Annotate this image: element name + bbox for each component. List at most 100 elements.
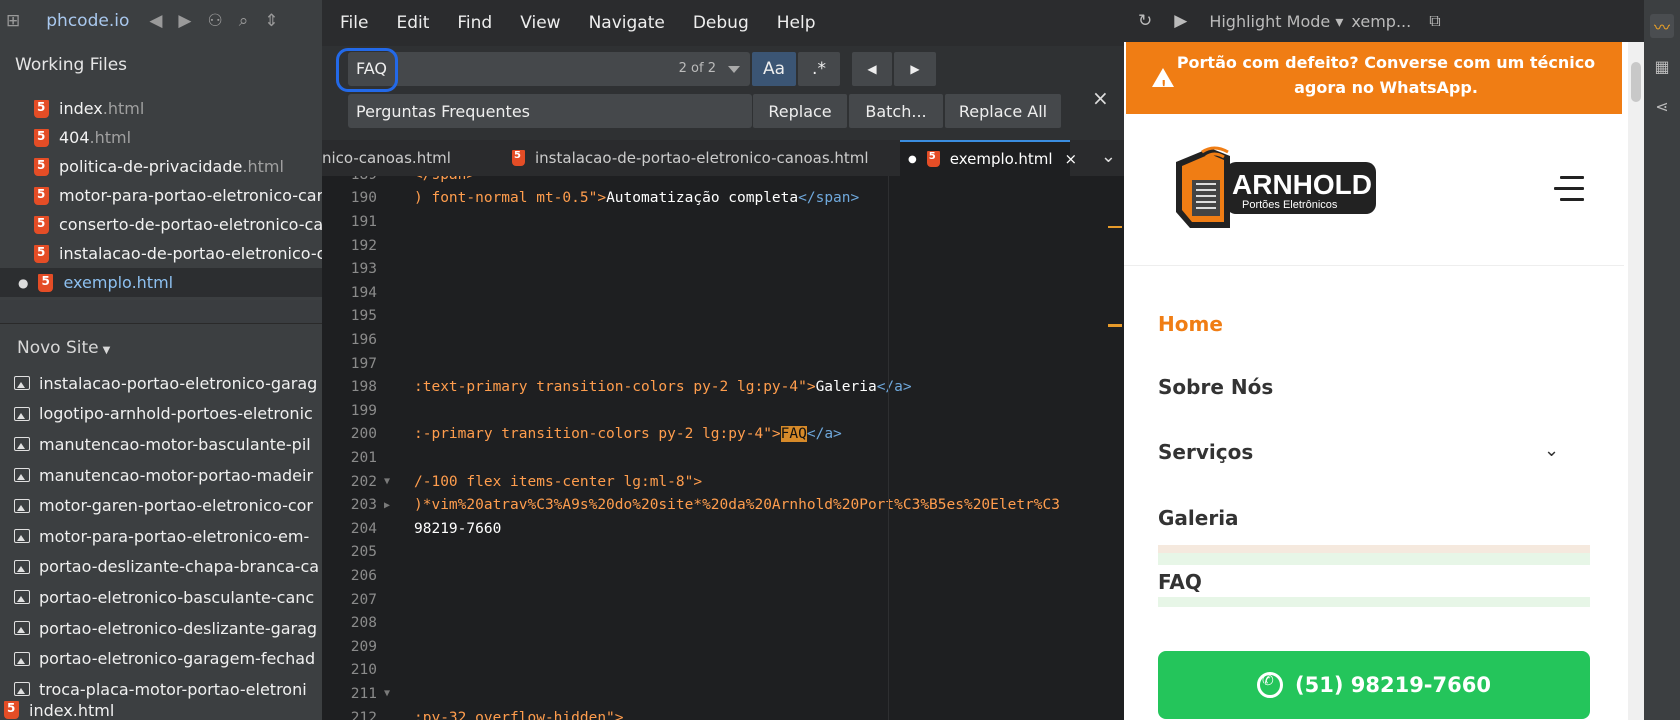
replace-all-button[interactable]: Replace All xyxy=(945,94,1061,128)
tree-item[interactable]: portao-eletronico-basculante-canc xyxy=(0,582,322,613)
code-line[interactable]: 206 xyxy=(322,564,1124,588)
find-prev-button[interactable]: ◀ xyxy=(852,52,892,86)
new-folder-icon[interactable]: ⊞ xyxy=(6,11,20,31)
code-area[interactable]: 189 </span> 190) font-normal mt-0.5">Autom… xyxy=(322,176,1124,720)
arnhold-logo[interactable]: ARNHOLD Portões Eletrônicos xyxy=(1170,142,1382,236)
tree-item-index[interactable]: index.html xyxy=(0,700,322,720)
code-line[interactable]: 209 xyxy=(322,635,1124,659)
share-icon[interactable]: ⋖ xyxy=(1650,94,1674,118)
code-text-content: Automatização completa xyxy=(606,190,799,207)
find-input[interactable]: FAQ 2 of 2 xyxy=(348,52,750,86)
code-line[interactable]: 189 </span> xyxy=(322,176,1124,187)
line-number: 191 xyxy=(350,213,377,230)
replace-input[interactable]: Perguntas Frequentes xyxy=(348,94,752,128)
menu-navigate[interactable]: Navigate xyxy=(589,13,665,33)
working-file-item[interactable]: 404.html xyxy=(0,123,322,152)
menu-find[interactable]: Find xyxy=(457,13,492,33)
tree-item[interactable]: logotipo-arnhold-portoes-eletronic xyxy=(0,399,322,430)
code-line[interactable]: 198:text-primary transition-colors py-2 … xyxy=(322,375,1124,399)
code-line[interactable]: 204 98219-7660 xyxy=(322,517,1124,541)
code-line[interactable]: 199 xyxy=(322,399,1124,423)
find-next-button[interactable]: ▶ xyxy=(894,52,936,86)
search-icon[interactable]: ⌕ xyxy=(239,11,249,31)
working-file-item[interactable]: instalacao-de-portao-eletronico-c xyxy=(0,239,322,268)
split-icon[interactable]: ⇕ xyxy=(264,11,278,31)
nav-sobre-nos[interactable]: Sobre Nós xyxy=(1158,375,1273,399)
nav-servicos[interactable]: Serviços xyxy=(1158,440,1253,464)
tree-item[interactable]: motor-para-portao-eletronico-em- xyxy=(0,521,322,552)
working-file-item[interactable]: ● exemplo.html xyxy=(0,268,322,297)
nav-back-icon[interactable]: ◀ xyxy=(149,11,162,31)
chevron-down-icon[interactable]: ⌄ xyxy=(1544,440,1559,461)
tree-item[interactable]: portao-deslizante-chapa-branca-ca xyxy=(0,552,322,583)
working-file-item[interactable]: index.html xyxy=(0,94,322,123)
nav-home[interactable]: Home xyxy=(1158,312,1223,336)
code-line[interactable]: 202 ▼ /-100 flex items-center lg:ml-8"> xyxy=(322,470,1124,494)
preview-scrollbar[interactable] xyxy=(1628,42,1644,720)
close-tab-icon[interactable]: × xyxy=(1065,150,1078,168)
fold-icon[interactable]: ▼ xyxy=(377,688,397,699)
code-line[interactable]: 211 ▼ xyxy=(322,682,1124,706)
match-case-button[interactable]: Aa xyxy=(752,52,796,86)
code-line[interactable]: 196 xyxy=(322,328,1124,352)
tree-item[interactable]: motor-garen-portao-eletronico-cor xyxy=(0,490,322,521)
binoculars-icon[interactable]: ⚇ xyxy=(208,11,223,31)
play-icon[interactable]: ▶ xyxy=(1174,11,1187,31)
tree-item[interactable]: manutencao-motor-basculante-pil xyxy=(0,429,322,460)
chevron-down-icon[interactable]: ⌄ xyxy=(1101,146,1116,167)
code-line[interactable]: 193 xyxy=(322,257,1124,281)
code-line[interactable]: 207 xyxy=(322,588,1124,612)
code-line[interactable]: 208 xyxy=(322,611,1124,635)
code-line[interactable]: 191 xyxy=(322,210,1124,234)
extensions-icon[interactable]: ▦ xyxy=(1650,54,1674,78)
batch-button[interactable]: Batch... xyxy=(849,94,943,128)
code-line[interactable]: 200:-primary transition-colors py-2 lg:p… xyxy=(322,423,1124,447)
menu-view[interactable]: View xyxy=(520,13,560,33)
tree-item[interactable]: portao-eletronico-garagem-fechad xyxy=(0,643,322,674)
tree-item[interactable]: manutencao-motor-portao-madeir xyxy=(0,460,322,491)
hamburger-menu-icon[interactable] xyxy=(1554,176,1584,209)
tab-nico-canoas[interactable]: nico-canoas.html xyxy=(322,140,482,176)
fold-icon[interactable]: ▼ xyxy=(377,476,397,487)
find-history-dropdown-icon[interactable] xyxy=(728,66,740,73)
menu-file[interactable]: File xyxy=(340,13,368,33)
code-line[interactable]: 194 xyxy=(322,281,1124,305)
menu-help[interactable]: Help xyxy=(777,13,816,33)
tab-instalacao-canoas[interactable]: instalacao-de-portao-eletronico-canoas.h… xyxy=(512,140,892,176)
open-external-icon[interactable]: ⧉ xyxy=(1429,11,1440,31)
whatsapp-banner[interactable]: Portão com defeito? Converse com um técn… xyxy=(1126,42,1622,114)
sidebar-divider[interactable] xyxy=(0,300,322,324)
code-line[interactable]: 192 xyxy=(322,234,1124,258)
nav-galeria[interactable]: Galeria xyxy=(1158,506,1239,530)
regex-button[interactable]: .* xyxy=(798,52,840,86)
working-file-item[interactable]: conserto-de-portao-eletronico-ca xyxy=(0,210,322,239)
menu-debug[interactable]: Debug xyxy=(693,13,749,33)
highlight-mode-dropdown[interactable]: Highlight Mode ▾ xyxy=(1209,12,1343,31)
live-preview-icon[interactable]: 〰 xyxy=(1650,14,1674,38)
code-line[interactable]: 195 xyxy=(322,305,1124,329)
tree-item[interactable]: portao-eletronico-deslizante-garag xyxy=(0,613,322,644)
code-line[interactable]: 203 ▶)*vim%20atrav%C3%A9s%20do%20site*%20… xyxy=(322,493,1124,517)
nav-forward-icon[interactable]: ▶ xyxy=(178,11,191,31)
code-line[interactable]: 201 xyxy=(322,446,1124,470)
line-number: 197 xyxy=(350,355,377,372)
tab-exemplo[interactable]: ● exemplo.html × xyxy=(900,140,1077,176)
scrollbar-thumb[interactable] xyxy=(1631,62,1641,102)
code-line[interactable]: 205 xyxy=(322,541,1124,565)
menu-edit[interactable]: Edit xyxy=(396,13,429,33)
working-file-item[interactable]: motor-para-portao-eletronico-car xyxy=(0,181,322,210)
close-find-icon[interactable]: × xyxy=(1092,86,1109,110)
reload-icon[interactable]: ↻ xyxy=(1138,11,1152,31)
whatsapp-button[interactable]: (51) 98219-7660 xyxy=(1158,651,1590,719)
project-dropdown[interactable]: Novo Site ▼ xyxy=(0,324,322,368)
code-line[interactable]: 212:py-32 overflow-hidden"> xyxy=(322,706,1124,720)
tree-item[interactable]: instalacao-portao-eletronico-garag xyxy=(0,368,322,399)
fold-icon[interactable]: ▶ xyxy=(377,500,397,511)
code-line[interactable]: 210 xyxy=(322,659,1124,683)
replace-button[interactable]: Replace xyxy=(753,94,847,128)
nav-faq[interactable]: FAQ xyxy=(1158,570,1202,594)
working-file-item[interactable]: politica-de-privacidade.html xyxy=(0,152,322,181)
code-line[interactable]: 197 xyxy=(322,352,1124,376)
code-line[interactable]: 190) font-normal mt-0.5">Automatização c… xyxy=(322,187,1124,211)
project-name[interactable]: phcode.io xyxy=(46,11,129,31)
